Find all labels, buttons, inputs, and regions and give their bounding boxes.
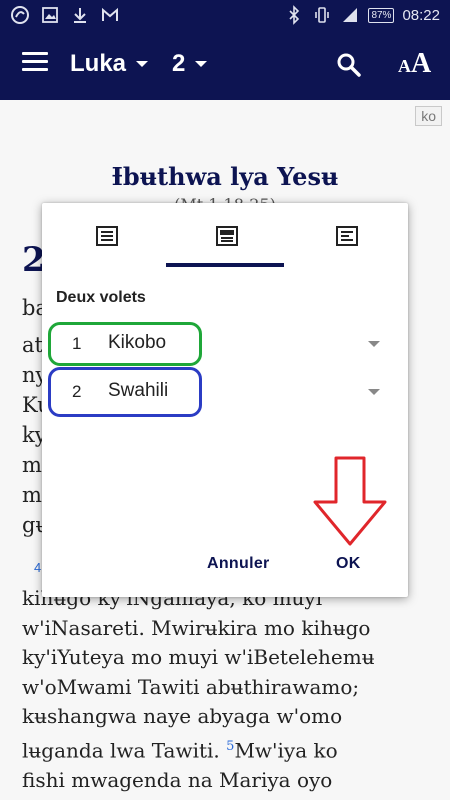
app-toolbar: Luka 2 AA — [0, 30, 450, 100]
search-icon[interactable] — [336, 52, 362, 78]
ok-button[interactable]: OK — [336, 555, 361, 573]
verse-number: 4 — [34, 560, 42, 575]
download-icon — [74, 8, 86, 23]
text-line: w'iNasareti. Mwirʉkira mo kihʉgo — [22, 615, 371, 640]
pane-number: 1 — [72, 334, 82, 353]
pane-translation: Kikobo — [108, 332, 167, 353]
dropdown-arrow-icon — [368, 341, 380, 347]
red-arrow-icon — [313, 456, 387, 546]
chevron-down-icon — [195, 61, 208, 67]
text-fragment: at — [22, 333, 43, 357]
status-left — [10, 5, 120, 25]
vibrate-icon — [315, 7, 330, 23]
pane-1-select[interactable]: 1 Kikobo — [48, 322, 396, 366]
chapter-name: 2 — [172, 50, 186, 77]
language-badge[interactable]: ko — [415, 106, 442, 126]
text-line: kʉshangwa naye abyaga w'omo — [22, 704, 343, 728]
book-name: Luka — [70, 50, 127, 77]
status-right: 87% 08:22 — [284, 5, 440, 25]
dialog-heading: Deux volets — [56, 289, 146, 306]
text-line: fishi mwagenda na Mariya oyo — [22, 767, 333, 792]
text-line: w'oMwami Tawiti abʉthirawamo; — [22, 674, 360, 699]
tab-two-panes[interactable] — [166, 203, 286, 265]
battery-indicator: 87% — [368, 7, 395, 23]
tab-interlinear[interactable] — [286, 203, 406, 265]
signal-icon — [343, 8, 358, 22]
section-heading: Ɨbʉthwa lya Yesʉ — [111, 162, 339, 191]
app-icon — [11, 6, 29, 24]
tab-indicator — [166, 263, 284, 267]
gmail-icon — [102, 7, 118, 21]
bible-text: kihʉgo ky'iNgalilaya, ko muyi w'iNasaret… — [22, 584, 442, 795]
pane-number: 2 — [72, 382, 82, 401]
clock: 08:22 — [402, 6, 440, 24]
book-selector[interactable]: Luka — [70, 50, 149, 78]
pane-translation: Swahili — [108, 380, 169, 401]
pane-2-select[interactable]: 2 Swahili — [48, 367, 396, 417]
text-fragment: m — [22, 453, 42, 477]
menu-icon[interactable] — [22, 52, 48, 74]
bluetooth-icon — [289, 5, 300, 25]
text-fragment: m — [22, 483, 42, 507]
status-bar: 87% 08:22 — [0, 0, 450, 30]
chevron-down-icon — [136, 61, 149, 67]
single-pane-icon — [96, 226, 118, 246]
text-line: ky'iYuteya mo muyi w'iBetelehemʉ — [22, 645, 375, 669]
two-panes-icon — [216, 226, 238, 246]
text-line: lʉganda lwa Tawiti. 5Mw'iya ko — [22, 738, 338, 763]
text-size-button[interactable]: AA — [398, 48, 431, 80]
cancel-button[interactable]: Annuler — [207, 555, 270, 573]
image-icon — [42, 7, 58, 23]
interlinear-icon — [336, 226, 358, 246]
tab-single-pane[interactable] — [46, 203, 166, 265]
dropdown-arrow-icon — [368, 389, 380, 395]
chapter-selector[interactable]: 2 — [172, 50, 208, 78]
